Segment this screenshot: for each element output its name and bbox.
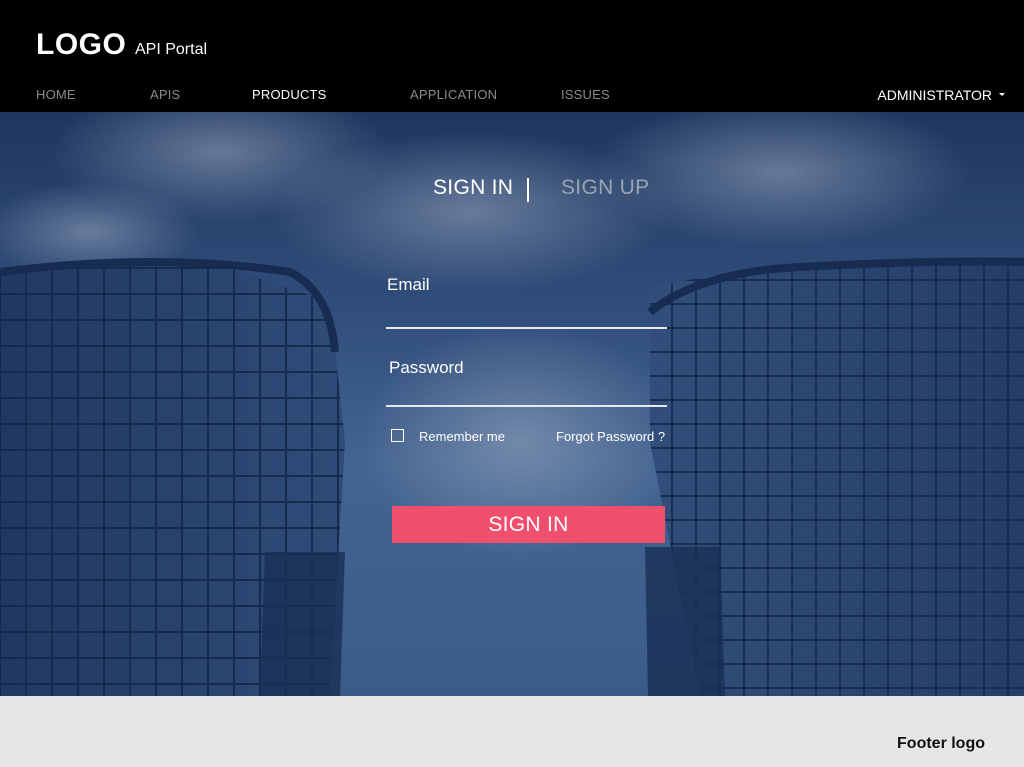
nav-application[interactable]: APPLICATION: [410, 87, 497, 102]
email-underline: [386, 327, 667, 329]
portal-name: API Portal: [135, 41, 208, 58]
email-field[interactable]: [387, 300, 665, 326]
chevron-down-icon[interactable]: [999, 93, 1005, 96]
user-menu[interactable]: ADMINISTRATOR: [877, 87, 992, 103]
logo[interactable]: LOGO: [36, 28, 126, 62]
tab-sign-up[interactable]: SIGN UP: [561, 176, 649, 200]
footer: Footer logo: [0, 696, 1024, 767]
sign-in-button[interactable]: SIGN IN: [392, 506, 665, 543]
nav-products[interactable]: PRODUCTS: [252, 87, 327, 102]
tab-divider: [527, 178, 529, 202]
nav-home[interactable]: HOME: [36, 87, 76, 102]
forgot-password-link[interactable]: Forgot Password ?: [556, 429, 665, 444]
tab-sign-in[interactable]: SIGN IN: [433, 176, 513, 200]
password-underline: [386, 405, 667, 407]
top-header: LOGO API Portal HOME APIS PRODUCTS APPLI…: [0, 0, 1024, 112]
nav-apis[interactable]: APIS: [150, 87, 180, 102]
email-label: Email: [387, 275, 430, 294]
remember-me-checkbox[interactable]: [391, 429, 404, 442]
password-label: Password: [389, 358, 464, 377]
nav-issues[interactable]: ISSUES: [561, 87, 610, 102]
password-field[interactable]: [387, 380, 665, 404]
footer-logo: Footer logo: [897, 735, 985, 752]
hero-section: SIGN IN SIGN UP Email Password Remember …: [0, 112, 1024, 696]
remember-me-label[interactable]: Remember me: [419, 429, 505, 444]
